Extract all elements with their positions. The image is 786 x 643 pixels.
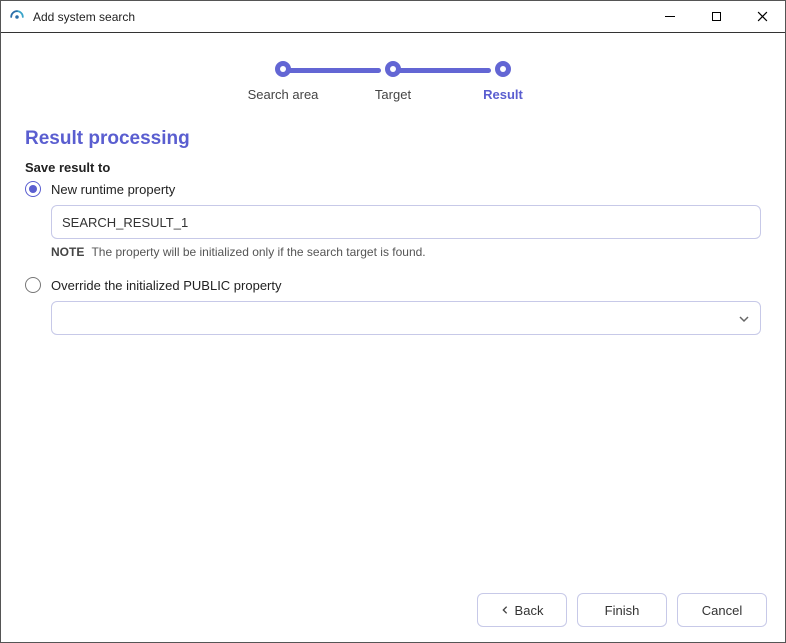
cancel-button[interactable]: Cancel — [677, 593, 767, 627]
radio-new-runtime-property[interactable] — [25, 181, 41, 197]
finish-button[interactable]: Finish — [577, 593, 667, 627]
radio-override-public-property[interactable] — [25, 277, 41, 293]
back-button-label: Back — [515, 603, 544, 618]
maximize-button[interactable] — [693, 1, 739, 32]
step-dot-icon — [275, 61, 291, 77]
note-text: The property will be initialized only if… — [91, 245, 425, 259]
save-result-label: Save result to — [25, 160, 761, 175]
note-tag: NOTE — [51, 245, 84, 259]
page-heading: Result processing — [25, 128, 761, 150]
radio-new-runtime-property-label: New runtime property — [51, 182, 175, 197]
close-button[interactable] — [739, 1, 785, 32]
window-title: Add system search — [33, 10, 647, 24]
app-icon — [9, 9, 25, 25]
step-dot-icon — [385, 61, 401, 77]
titlebar: Add system search — [1, 1, 785, 33]
step-label: Result — [483, 87, 523, 102]
cancel-button-label: Cancel — [702, 603, 742, 618]
minimize-button[interactable] — [647, 1, 693, 32]
runtime-property-name-input[interactable] — [51, 205, 761, 239]
step-label: Target — [375, 87, 411, 102]
chevron-down-icon — [738, 312, 750, 324]
radio-override-public-property-label: Override the initialized PUBLIC property — [51, 278, 282, 293]
footer-button-bar: Back Finish Cancel — [1, 578, 785, 642]
finish-button-label: Finish — [605, 603, 640, 618]
back-button[interactable]: Back — [477, 593, 567, 627]
note-text-row: NOTE The property will be initialized on… — [51, 245, 761, 259]
chevron-left-icon — [501, 603, 509, 617]
public-property-select[interactable] — [51, 301, 761, 335]
step-label: Search area — [248, 87, 319, 102]
step-dot-icon — [495, 61, 511, 77]
wizard-stepper: Search area Target Result — [25, 61, 761, 102]
